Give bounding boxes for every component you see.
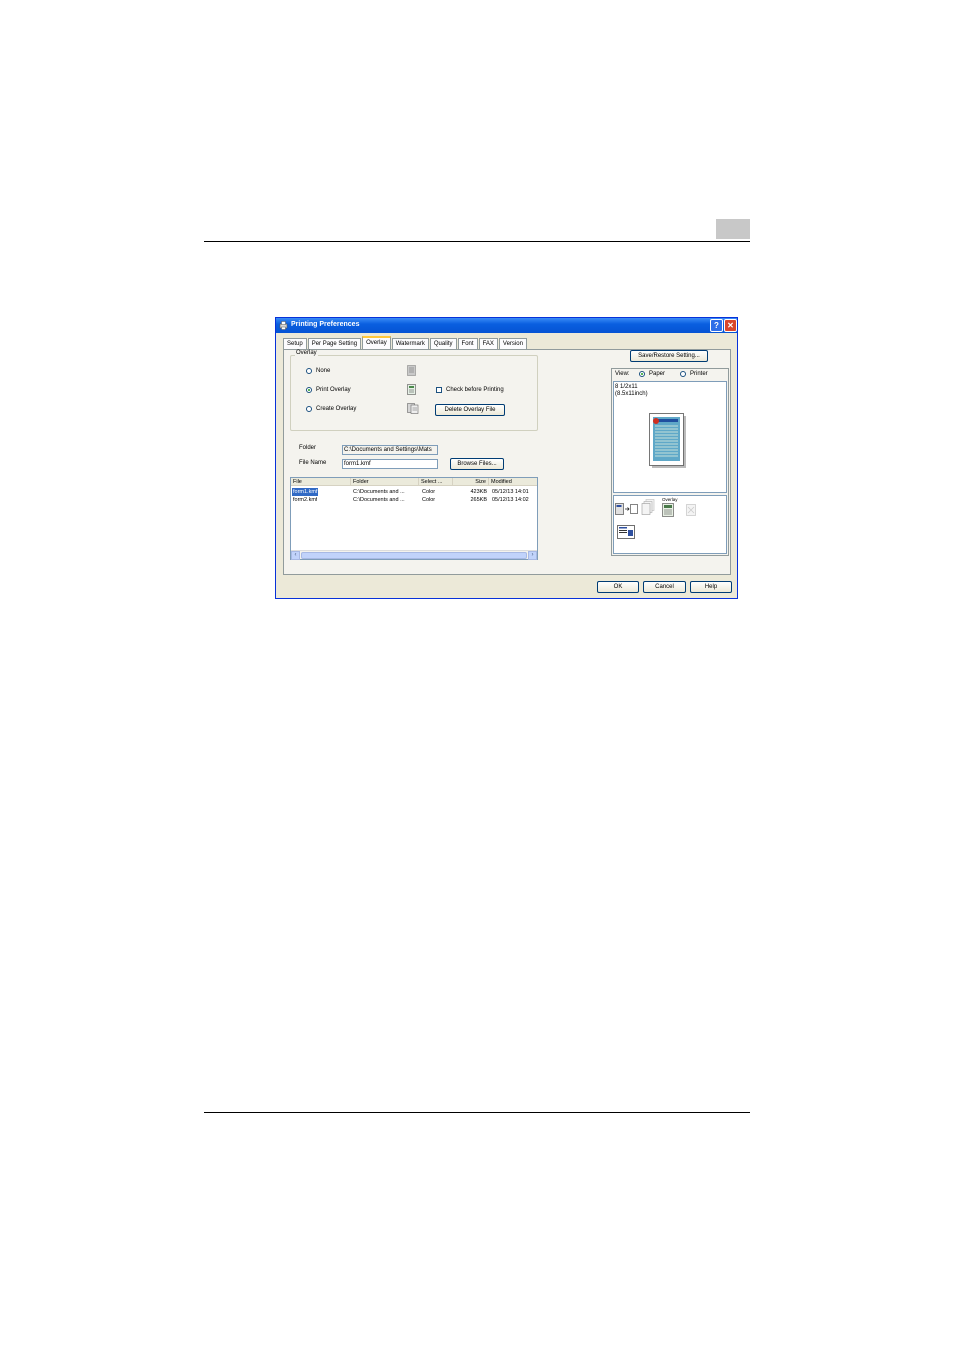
- copies-icon: [615, 503, 638, 515]
- printing-preferences-dialog: Printing Preferences ? ✕ Setup Per Page …: [275, 317, 738, 599]
- window-title: Printing Preferences: [291, 321, 360, 328]
- tab-setup[interactable]: Setup: [283, 338, 307, 349]
- table-row[interactable]: form2.kmf C:\Documents and ... Color 265…: [291, 496, 537, 504]
- save-restore-setting-button[interactable]: Save/Restore Setting...: [630, 350, 708, 362]
- view-printer-radio[interactable]: [680, 371, 686, 377]
- help-title-button[interactable]: ?: [710, 319, 723, 332]
- row-modified-cell: 05/12/13 14:01: [492, 489, 529, 495]
- close-button[interactable]: ✕: [724, 319, 737, 332]
- tab-version[interactable]: Version: [498, 338, 527, 349]
- create-overlay-icon: [407, 403, 419, 414]
- horizontal-scrollbar[interactable]: ‹ ›: [291, 550, 537, 560]
- cancel-button[interactable]: Cancel: [643, 581, 686, 593]
- view-paper-label: Paper: [649, 371, 666, 377]
- delete-overlay-file-button[interactable]: Delete Overlay File: [435, 404, 505, 416]
- overlay-group-label: Overlay: [295, 350, 318, 356]
- file-name-field[interactable]: form1.kmf: [342, 459, 438, 469]
- scroll-left-arrow-icon[interactable]: ‹: [291, 551, 300, 560]
- paper-preview-icon: [649, 413, 686, 468]
- row-file-cell: form2.kmf: [293, 497, 318, 503]
- folder-field[interactable]: C:\Documents and Settings\Mats: [342, 445, 438, 455]
- ok-button[interactable]: OK: [597, 581, 639, 593]
- none-label: None: [316, 368, 331, 374]
- none-radio[interactable]: [306, 368, 312, 374]
- no-overlay-icon: [407, 365, 416, 376]
- tab-fax[interactable]: FAX: [478, 338, 498, 349]
- scroll-right-arrow-icon[interactable]: ›: [528, 551, 537, 560]
- list-header: File Folder Select ... Size Modified: [291, 478, 537, 486]
- folder-label: Folder: [299, 445, 317, 451]
- row-select-cell: Color: [422, 497, 436, 503]
- column-file[interactable]: File: [291, 478, 351, 486]
- column-select[interactable]: Select ...: [419, 478, 453, 486]
- row-file-cell: form1.kmf: [292, 488, 319, 496]
- row-size-cell: 423KB: [470, 489, 487, 495]
- check-before-printing-checkbox[interactable]: [436, 387, 442, 393]
- tab-watermark[interactable]: Watermark: [391, 338, 429, 349]
- print-overlay-label: Print Overlay: [316, 387, 351, 393]
- overlay-file-list[interactable]: File Folder Select ... Size Modified for…: [290, 477, 538, 560]
- printer-icon: [279, 321, 288, 330]
- view-label: View:: [615, 371, 630, 377]
- browse-files-button[interactable]: Browse Files...: [450, 458, 504, 470]
- header-rule: [204, 241, 750, 242]
- watermark-function-icon: [686, 504, 696, 516]
- row-select-cell: Color: [422, 489, 436, 495]
- overlay-function-icon: [662, 503, 674, 517]
- row-size-cell: 265KB: [470, 497, 487, 503]
- column-folder[interactable]: Folder: [351, 478, 419, 486]
- print-overlay-radio[interactable]: [306, 387, 312, 393]
- column-size[interactable]: Size: [453, 478, 489, 486]
- view-paper-radio[interactable]: [639, 371, 645, 377]
- column-modified[interactable]: Modified: [489, 478, 537, 486]
- tab-font[interactable]: Font: [457, 338, 478, 349]
- tab-overlay[interactable]: Overlay: [362, 336, 391, 349]
- create-overlay-radio[interactable]: [306, 406, 312, 412]
- tab-quality[interactable]: Quality: [429, 338, 457, 349]
- footer-rule: [204, 1112, 750, 1113]
- row-folder-cell: C:\Documents and ...: [353, 489, 405, 495]
- help-button[interactable]: Help: [690, 581, 732, 593]
- check-before-printing-label: Check before Printing: [446, 387, 504, 393]
- print-overlay-icon: [407, 384, 416, 395]
- row-folder-cell: C:\Documents and ...: [353, 497, 405, 503]
- paper-size-label: 8 1/2x11: [615, 384, 638, 390]
- paper-size-inch-label: (8.5x11inch): [615, 391, 648, 397]
- view-printer-label: Printer: [690, 371, 708, 377]
- title-bar[interactable]: Printing Preferences ? ✕: [276, 318, 737, 333]
- tab-per-page-setting[interactable]: Per Page Setting: [307, 338, 362, 349]
- row-modified-cell: 05/12/13 14:02: [492, 497, 529, 503]
- stacked-pages-icon: [641, 499, 655, 515]
- overlay-function-label: Overlay: [662, 497, 678, 502]
- layout-function-icon: [617, 525, 635, 539]
- chapter-tab-marker: [716, 219, 750, 239]
- file-name-label: File Name: [299, 460, 327, 466]
- tab-strip: Setup Per Page Setting Overlay Watermark…: [283, 336, 528, 349]
- scroll-thumb[interactable]: [301, 552, 527, 559]
- table-row[interactable]: form1.kmf C:\Documents and ... Color 423…: [291, 488, 537, 496]
- create-overlay-label: Create Overlay: [316, 406, 357, 412]
